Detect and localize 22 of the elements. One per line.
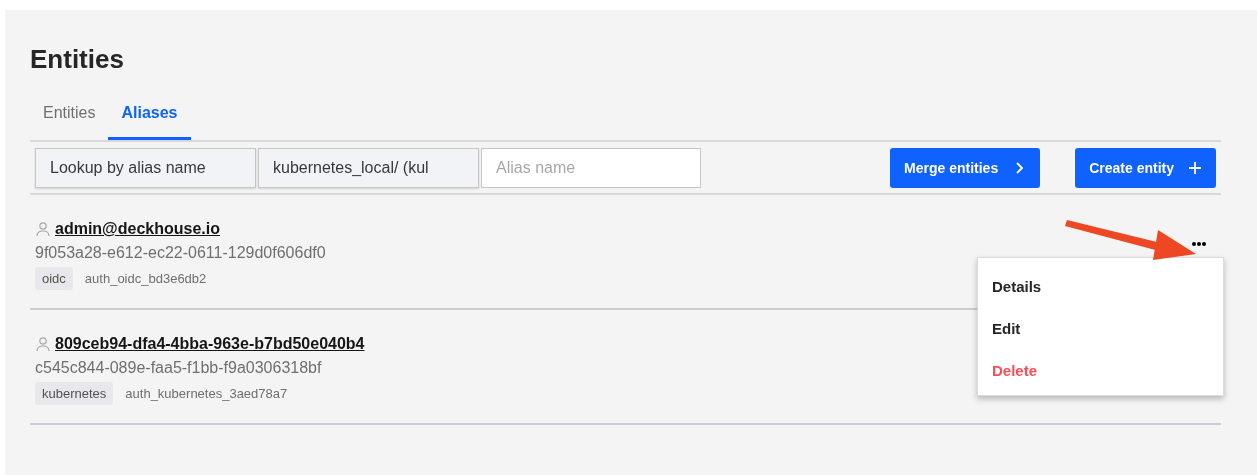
alias-name: auth_kubernetes_3aed78a7 — [125, 386, 288, 401]
tab[interactable]: Entities — [30, 93, 109, 140]
entity-id: c545c844-089e-faa5-f1bb-f9a0306318bf — [35, 359, 322, 377]
merge-entities-button[interactable]: Merge entities — [890, 147, 1041, 188]
overflow-menu-button[interactable] — [1191, 241, 1207, 247]
user-icon — [35, 336, 51, 352]
auth-method-dropdown[interactable]: kubernetes_local/ (kul — [258, 147, 479, 188]
auth-type-tag: kubernetes — [35, 382, 114, 405]
auth-type-tag: oidc — [35, 267, 73, 290]
create-entity-button[interactable]: Create entity — [1075, 147, 1216, 188]
menu-item[interactable]: Details — [978, 265, 1223, 307]
alias-name: auth_oidc_bd3e6db2 — [84, 271, 207, 286]
tab[interactable]: Aliases — [108, 93, 191, 140]
alias-name-field[interactable]: Alias name — [481, 147, 701, 188]
entity-name-link[interactable]: 809ceb94-dfa4-4bba-963e-b7bd50e040b4 — [55, 335, 365, 353]
lookup-dropdown[interactable]: Lookup by alias name — [35, 147, 256, 188]
entity-name-link[interactable]: admin@deckhouse.io — [55, 220, 220, 238]
plus-icon — [1188, 160, 1202, 175]
page-title: Entities — [30, 43, 125, 75]
user-icon — [35, 221, 51, 237]
entity-id: 9f053a28-e612-ec22-0611-129d0f606df0 — [35, 244, 326, 262]
menu-item[interactable]: Edit — [978, 307, 1223, 349]
